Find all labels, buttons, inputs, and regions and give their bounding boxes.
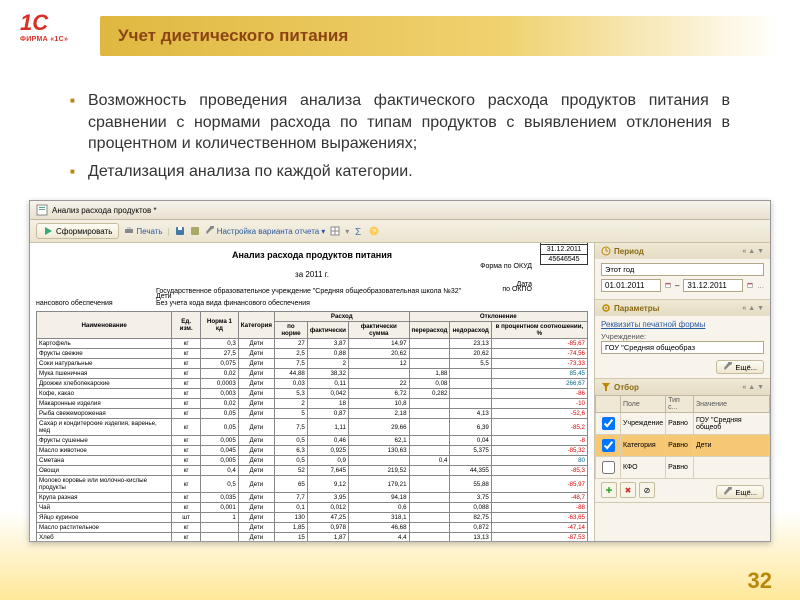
help-icon[interactable]: ? (369, 226, 379, 236)
sigma-icon[interactable]: Σ (354, 226, 364, 236)
period-select[interactable] (601, 263, 764, 276)
table-row[interactable]: Дрожжи хлебопекарскиекг0,0003Дети0,030,1… (37, 379, 588, 389)
report-title: Анализ расхода продуктов питания (36, 250, 588, 260)
printer-icon (124, 226, 134, 236)
table-row[interactable]: Чайкг0,001Дети0,10,0120,60,088-88 (37, 503, 588, 513)
calendar-icon[interactable] (747, 281, 753, 291)
app-toolbar: Сформировать Печать | Настройка варианта… (30, 220, 770, 243)
filter-row[interactable]: КатегорияРавноДети (596, 435, 770, 457)
tool-icon[interactable] (190, 226, 200, 236)
print-link[interactable]: Печать (124, 226, 162, 236)
institution-text: Государственное образовательное учрежден… (156, 288, 461, 295)
table-icon[interactable] (330, 226, 340, 236)
report-icon (36, 204, 48, 216)
filter-checkbox[interactable] (602, 461, 615, 474)
svg-text:?: ? (372, 229, 376, 236)
more-button[interactable]: Ещё... (716, 360, 764, 374)
report-pane: Анализ расхода продуктов питания КОДЫ 31… (30, 243, 595, 541)
app-window: Анализ расхода продуктов * Сформировать … (29, 200, 771, 542)
table-row[interactable]: Овощикг0,4Дети527,645219,5244,355-85,3 (37, 466, 588, 476)
date-from[interactable] (601, 279, 661, 292)
filter-row[interactable]: КФОРавно (596, 457, 770, 479)
finance-text: Без учета кода вида финансового обеспече… (156, 300, 310, 307)
bullet-item: Детализация анализа по каждой категории. (70, 161, 730, 183)
remove-filter-icon[interactable]: ✖ (620, 482, 636, 498)
table-row[interactable]: Молоко коровье или молочно-кислые продук… (37, 476, 588, 493)
table-row[interactable]: Масло растительноекгДети1,850,97846,680,… (37, 523, 588, 533)
title-bar: Учет диетического питания (100, 16, 780, 56)
filter-row[interactable]: УчреждениеРавноГОУ "Средняя общеоб (596, 413, 770, 435)
institution-field[interactable] (601, 341, 764, 354)
filter-checkbox[interactable] (602, 439, 615, 452)
form-button[interactable]: Сформировать (36, 223, 119, 239)
table-row[interactable]: Фрукты свежиекг27,5Дети2,50,8820,6220,62… (37, 349, 588, 359)
wrench-icon (205, 226, 215, 236)
table-row[interactable]: Мука пшеничнаякг0,02Дети44,8838,321,8885… (37, 369, 588, 379)
params-panel-header[interactable]: Параметры « ▲ ▼ (595, 300, 770, 316)
wrench-icon (723, 487, 733, 497)
table-row[interactable]: Масло животноекг0,045Дети6,30,925130,635… (37, 446, 588, 456)
table-row[interactable]: Сметанакг0,005Дети0,50,90,480 (37, 456, 588, 466)
bullet-list: Возможность проведения анализа фактическ… (70, 90, 730, 182)
logo: 1C ФИРМА «1С» (20, 12, 80, 60)
wrench-icon (723, 362, 733, 372)
okud-label: Форма по ОКУД (36, 263, 532, 270)
kody-box: КОДЫ 31.12.2011 45646545 (540, 243, 588, 265)
add-filter-icon[interactable]: ✚ (601, 482, 617, 498)
clock-icon (601, 246, 611, 256)
table-row[interactable]: Картофелькг0,3Дети273,8714,9723,13-85,67 (37, 339, 588, 349)
slide-header: 1C ФИРМА «1С» Учет диетического питания (0, 0, 800, 72)
table-row[interactable]: Кофе, какаокг0,003Дети5,30,0426,720,282-… (37, 389, 588, 399)
page-number: 32 (748, 568, 772, 594)
bullet-item: Возможность проведения анализа фактическ… (70, 90, 730, 155)
settings-link[interactable]: Настройка варианта отчета ▾ (205, 226, 326, 236)
table-row[interactable]: Сахар и кондитерские изделия, варенье, м… (37, 419, 588, 436)
calendar-icon[interactable] (665, 281, 671, 291)
filter-checkbox[interactable] (602, 417, 615, 430)
table-row[interactable]: Соки натуральныекг0,075Дети7,52125,5-73,… (37, 359, 588, 369)
data-table: Наименование Ед. изм. Норма 1 кд Категор… (36, 311, 588, 541)
logo-bottom: ФИРМА «1С» (20, 36, 80, 43)
save-icon[interactable] (175, 226, 185, 236)
app-titlebar: Анализ расхода продуктов * (30, 201, 770, 220)
table-row[interactable]: Фрукты сушеныекг0,005Дети0,50,4662,10,04… (37, 436, 588, 446)
date-to[interactable] (683, 279, 743, 292)
table-row[interactable]: Яйцо куриноешт1Дети13047,25318,182,75-63… (37, 513, 588, 523)
report-subtitle: за 2011 г. (36, 270, 588, 279)
table-row[interactable]: Рыба свежемороженаякг0,05Дети50,872,184,… (37, 409, 588, 419)
window-title: Анализ расхода продуктов * (52, 206, 157, 215)
svg-text:Σ: Σ (355, 227, 361, 236)
table-row[interactable]: Макаронные изделиякг0,02Дети21810,8-10 (37, 399, 588, 409)
filter-panel-header[interactable]: Отбор « ▲ ▼ (595, 379, 770, 395)
play-icon (43, 226, 53, 236)
period-panel-header[interactable]: Период « ▲ ▼ (595, 243, 770, 259)
slide-title: Учет диетического питания (118, 26, 348, 45)
table-row[interactable]: Крупа разнаякг0,035Дети7,73,9594,183,75-… (37, 493, 588, 503)
logo-top: 1C (20, 12, 80, 34)
filter-table: Поле Тип с... Значение УчреждениеРавноГО… (595, 395, 770, 479)
side-pane: Период « ▲ ▼ – ... (595, 243, 770, 541)
gear-icon (601, 303, 611, 313)
more-filter-button[interactable]: Ещё... (716, 485, 764, 499)
clear-filter-icon[interactable]: ⊘ (639, 482, 655, 498)
funnel-icon (601, 382, 611, 392)
table-row[interactable]: ХлебкгДети151,874,413,13-87,53 (37, 533, 588, 542)
print-form-link[interactable]: Реквизиты печатной формы (601, 320, 764, 329)
